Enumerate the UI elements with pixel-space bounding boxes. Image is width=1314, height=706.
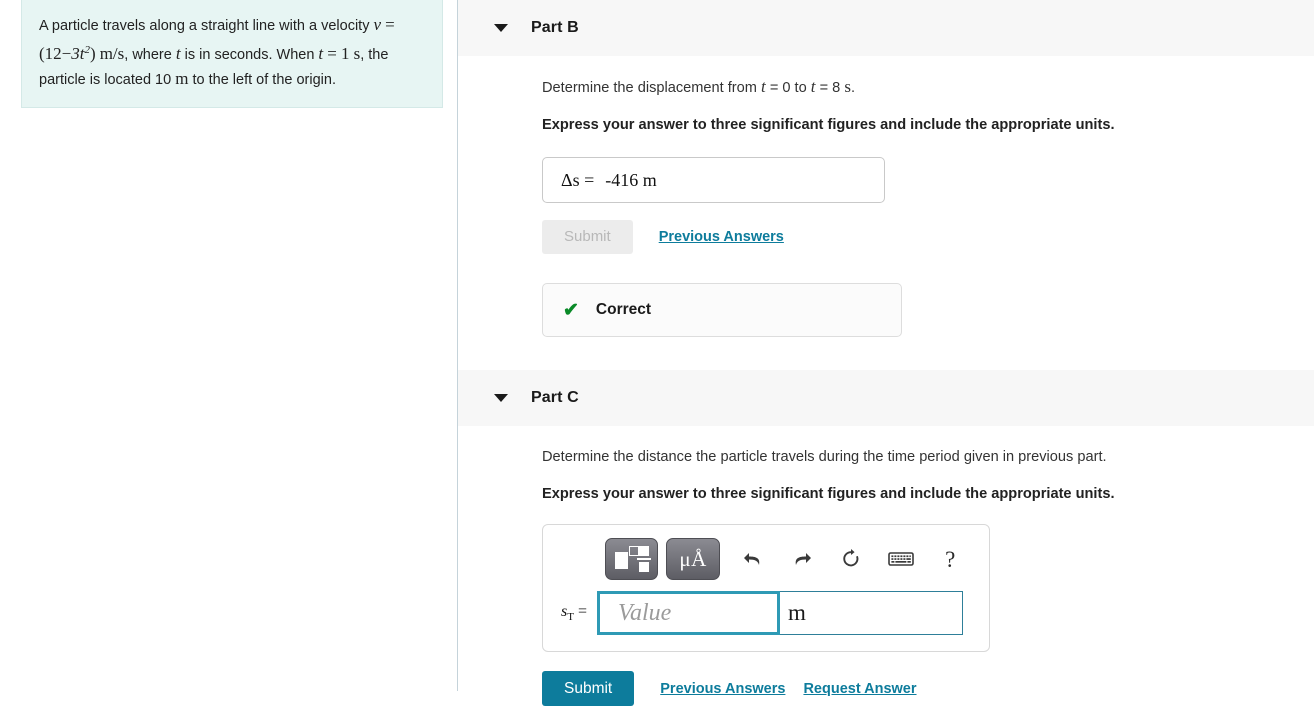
units-template-icon[interactable]: μÅ [666, 538, 720, 580]
part-b-instruction: Express your answer to three significant… [542, 117, 1115, 133]
problem-panel: A particle travels along a straight line… [0, 0, 458, 691]
part-b-answer-label: Δs = [561, 169, 595, 190]
problem-text-line1: A particle travels along a straight line… [39, 18, 370, 34]
part-c-header[interactable]: Part C [458, 370, 1314, 426]
part-b-feedback-label: Correct [595, 301, 652, 318]
math-toolbar: μÅ ? [557, 537, 975, 581]
part-c-input-label: sT = [561, 603, 587, 623]
part-b-t2: t [810, 77, 816, 96]
part-c-symbol-eq: = [577, 602, 587, 620]
chevron-down-icon[interactable] [494, 24, 508, 32]
problem-text-2: , where [124, 46, 172, 63]
time-value: = 1 [327, 43, 350, 63]
help-icon-label: ? [945, 546, 956, 572]
time-symbol-1: t [175, 43, 181, 63]
part-c-body: Determine the distance the particle trav… [458, 447, 1314, 706]
page-root: A particle travels along a straight line… [0, 0, 1314, 706]
velocity-symbol: v [373, 15, 382, 34]
equals-sign: = [385, 15, 395, 34]
part-b-period: . [850, 80, 856, 96]
part-b-header[interactable]: Part B [458, 0, 1314, 56]
reset-icon[interactable] [827, 539, 876, 579]
part-c-units-input[interactable] [780, 591, 963, 635]
math-template-icon[interactable] [605, 538, 659, 580]
part-b-submit-button: Submit [542, 220, 633, 254]
part-c-answer-widget: μÅ ? sT = Value m [542, 524, 990, 652]
time-symbol-2: t [318, 43, 324, 63]
redo-icon[interactable] [777, 539, 826, 579]
part-b-title: Part B [531, 19, 579, 36]
part-b-answer-field[interactable]: Δs = -416 m [542, 157, 885, 203]
undo-icon[interactable] [728, 539, 777, 579]
part-c-input-row: sT = [557, 591, 975, 635]
part-b-answer-value: -416 m [605, 169, 657, 190]
meters-unit: m [175, 68, 189, 88]
keyboard-icon[interactable] [876, 539, 925, 579]
part-b-time-unit: s [844, 77, 851, 96]
minus-sign: − [61, 43, 72, 63]
part-c-question: Determine the distance the particle trav… [542, 449, 1107, 465]
expression-close: ) [90, 43, 96, 63]
part-b-question-prefix: Determine the displacement from [542, 80, 757, 96]
part-b-t1-value: = 0 to [769, 80, 807, 96]
velocity-units: m/s [99, 43, 125, 63]
part-b-body: Determine the displacement from t = 0 to… [458, 77, 1314, 337]
part-c-previous-answers-link[interactable]: Previous Answers [660, 681, 785, 697]
part-c-symbol-sub: T [567, 611, 574, 624]
check-icon: ✔ [563, 299, 579, 321]
problem-text-6: origin. [296, 71, 336, 88]
part-c-title: Part C [531, 389, 579, 406]
problem-text-3: is in seconds. When [184, 46, 315, 63]
expression-coef: 3t [71, 43, 85, 63]
part-c-action-row: Submit Previous Answers Request Answer [542, 671, 1294, 706]
part-b-t1: t [761, 77, 766, 96]
help-icon[interactable]: ? [926, 539, 975, 579]
chevron-down-icon[interactable] [494, 394, 508, 402]
parts-panel: Part B Determine the displacement from t… [458, 0, 1314, 706]
units-button-label: μÅ [679, 546, 707, 571]
part-b-feedback-banner: ✔ Correct [542, 283, 902, 337]
part-c-instruction: Express your answer to three significant… [542, 486, 1115, 502]
part-c-submit-button[interactable]: Submit [542, 671, 635, 706]
part-b-question: Determine the displacement from t = 0 to… [542, 77, 1294, 98]
part-c-request-answer-link[interactable]: Request Answer [803, 681, 916, 697]
problem-statement: A particle travels along a straight line… [21, 0, 443, 108]
part-b-action-row: Submit Previous Answers [542, 220, 1294, 254]
expression-open: (12 [39, 43, 62, 63]
part-b-t2-value: = 8 [819, 80, 841, 96]
part-c-value-input[interactable] [597, 591, 780, 635]
problem-text-5: to the left of the [192, 71, 293, 88]
part-b-previous-answers-link[interactable]: Previous Answers [659, 229, 784, 245]
